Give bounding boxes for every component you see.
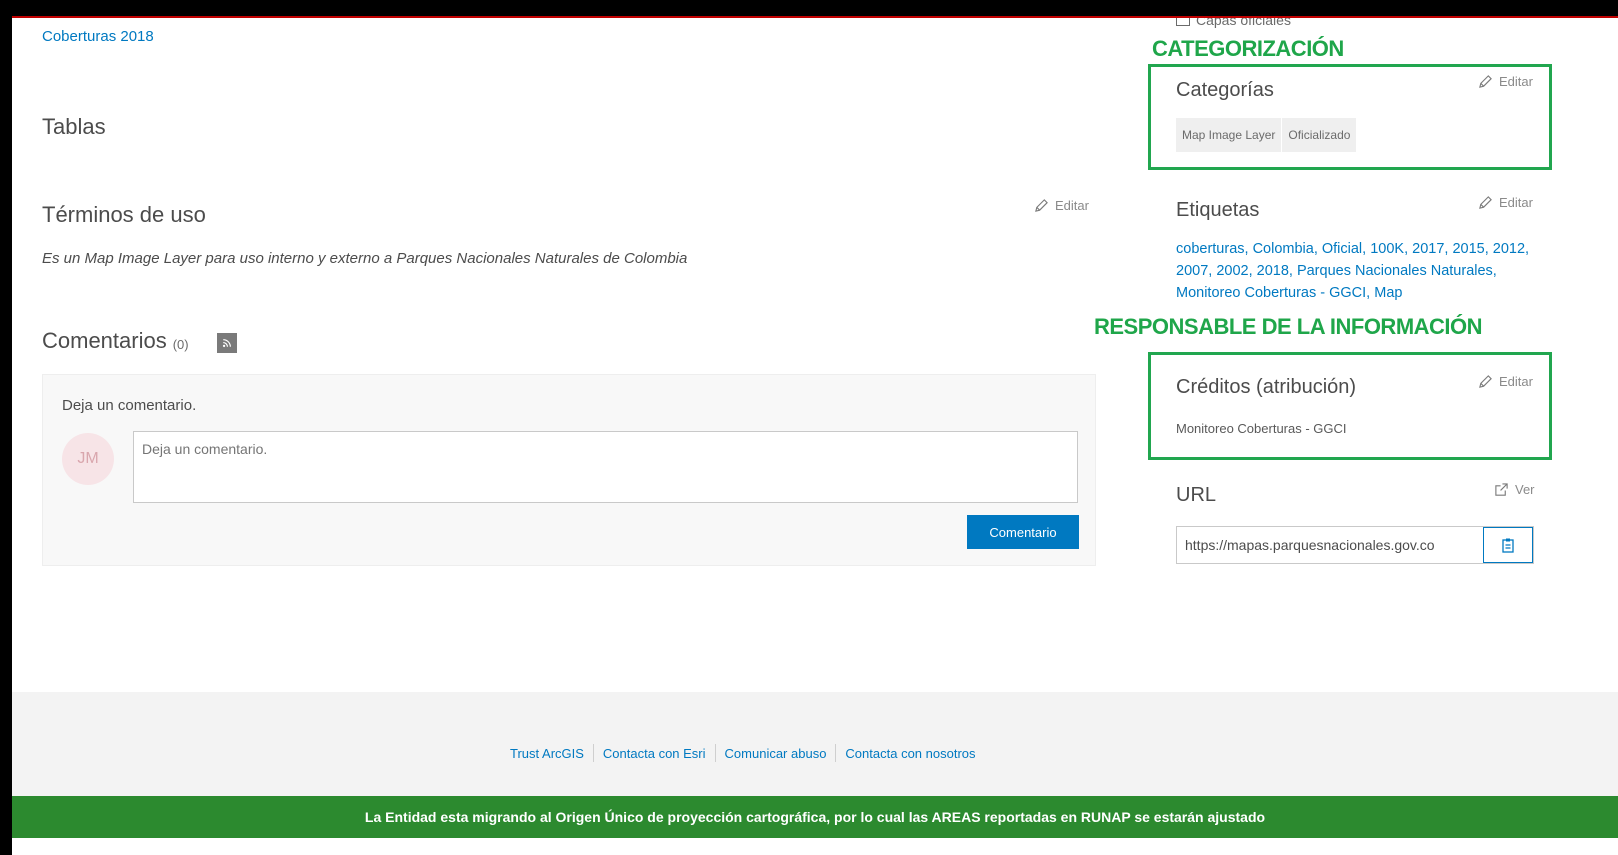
url-value[interactable]: https://mapas.parquesnacionales.gov.co	[1177, 537, 1483, 553]
footer-links: Trust ArcGIS Contacta con Esri Comunicar…	[510, 744, 976, 762]
notice-banner: La Entidad esta migrando al Origen Único…	[12, 796, 1618, 838]
categorias-edit-label: Editar	[1499, 74, 1533, 89]
footer-link-contacta-esri[interactable]: Contacta con Esri	[603, 746, 706, 761]
pencil-icon	[1479, 375, 1492, 388]
avatar: JM	[62, 433, 114, 485]
pencil-icon	[1479, 196, 1492, 209]
terminos-heading: Términos de uso	[42, 202, 206, 227]
categorias-chips: Map Image Layer Oficializado	[1176, 118, 1357, 152]
clipboard-icon	[1502, 538, 1514, 553]
comment-input[interactable]	[133, 431, 1078, 503]
comentarios-count: (0)	[172, 336, 189, 352]
etiquetas-heading: Etiquetas	[1176, 199, 1260, 221]
terminos-text: Es un Map Image Layer para uso interno y…	[42, 250, 688, 267]
terminos-edit-button[interactable]: Editar	[1034, 198, 1089, 213]
creditos-edit-label: Editar	[1499, 374, 1533, 389]
footer-separator	[835, 744, 837, 762]
categorias-heading: Categorías	[1176, 79, 1274, 101]
capas-oficiales-label: Capas oficiales	[1196, 16, 1291, 28]
footer-separator	[714, 744, 716, 762]
creditos-heading: Créditos (atribución)	[1176, 376, 1357, 398]
creditos-highlight-box	[1148, 352, 1552, 460]
category-chip[interactable]: Oficializado	[1282, 118, 1357, 152]
footer-separator	[592, 744, 594, 762]
coberturas-link[interactable]: Coberturas 2018	[42, 28, 154, 45]
url-field[interactable]: https://mapas.parquesnacionales.gov.co	[1176, 526, 1534, 564]
comentarios-header: Comentarios (0)	[42, 328, 237, 354]
comentarios-heading: Comentarios	[42, 328, 167, 353]
footer-link-contacta-nosotros[interactable]: Contacta con nosotros	[845, 746, 975, 761]
categorias-edit-button[interactable]: Editar	[1478, 74, 1533, 89]
pencil-icon	[1035, 199, 1048, 212]
tablas-heading: Tablas	[42, 114, 106, 139]
submit-comment-button[interactable]: Comentario	[967, 515, 1079, 549]
footer-link-trust[interactable]: Trust ArcGIS	[510, 746, 584, 761]
rss-icon[interactable]	[216, 333, 237, 353]
comment-prompt: Deja un comentario.	[62, 397, 197, 414]
footer: Trust ArcGIS Contacta con Esri Comunicar…	[12, 692, 1618, 796]
etiquetas-edit-button[interactable]: Editar	[1478, 195, 1533, 210]
creditos-text: Monitoreo Coberturas - GGCI	[1176, 421, 1347, 436]
pencil-icon	[1479, 75, 1492, 88]
creditos-edit-button[interactable]: Editar	[1478, 374, 1533, 389]
annotation-categorizacion: CATEGORIZACIÓN	[1152, 36, 1344, 61]
capas-oficiales-item[interactable]: Capas oficiales	[1176, 16, 1291, 28]
copy-url-button[interactable]	[1483, 527, 1533, 563]
checkbox-icon	[1176, 18, 1190, 26]
url-view-button[interactable]: Ver	[1494, 482, 1535, 497]
etiquetas-edit-label: Editar	[1499, 195, 1533, 210]
category-chip[interactable]: Map Image Layer	[1176, 118, 1282, 152]
annotation-responsable: RESPONSABLE DE LA INFORMACIÓN	[1094, 314, 1487, 340]
page-frame: Coberturas 2018 Capas oficiales Tablas T…	[12, 16, 1618, 855]
footer-link-comunicar-abuso[interactable]: Comunicar abuso	[725, 746, 827, 761]
url-heading: URL	[1176, 484, 1217, 506]
comment-panel: Deja un comentario. JM Comentario	[42, 374, 1096, 566]
external-link-icon	[1495, 483, 1508, 496]
url-view-label: Ver	[1515, 482, 1535, 497]
terminos-edit-label: Editar	[1055, 198, 1089, 213]
